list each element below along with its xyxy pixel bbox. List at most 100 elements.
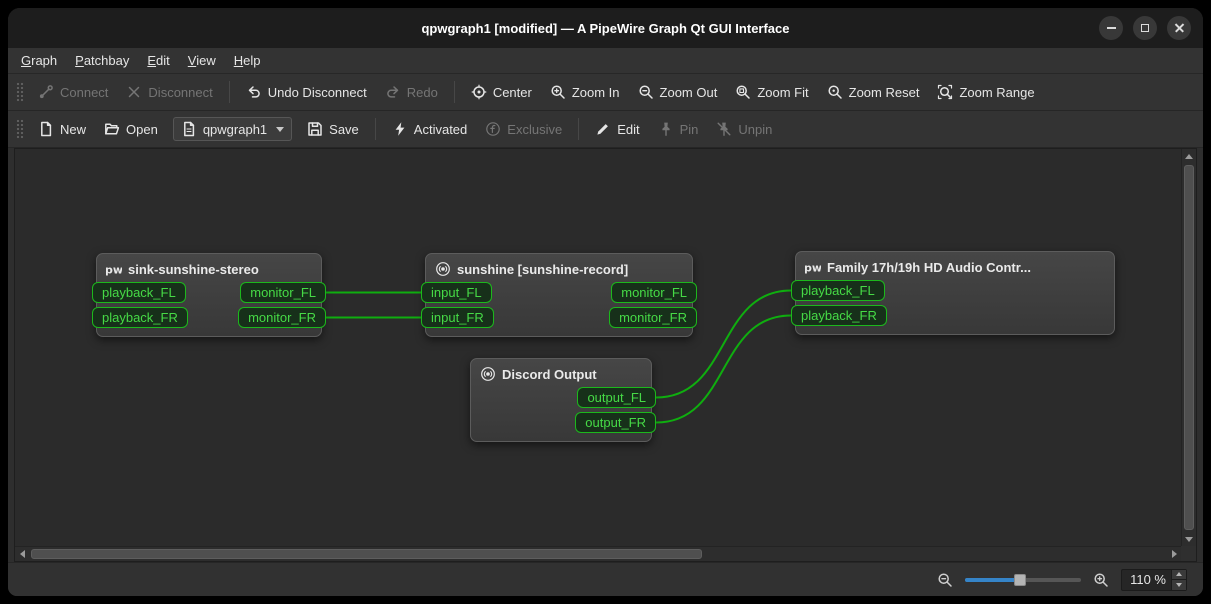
patchbay-open-button[interactable]: Open (96, 116, 166, 142)
toolbar-button-label: Zoom Out (659, 84, 718, 100)
toolbar-button-label: Zoom In (571, 84, 620, 100)
scroll-down-button[interactable] (1182, 532, 1196, 546)
zoom-in-icon (550, 84, 566, 100)
toolbar-grip[interactable] (16, 119, 24, 139)
menu-help[interactable]: Help (225, 48, 270, 73)
toolbar-button-label: Zoom Fit (757, 84, 809, 100)
patchbay-edit-button[interactable]: Edit (587, 116, 647, 142)
zoom-spin-down-button[interactable] (1172, 580, 1186, 590)
port-playback-fr[interactable]: playback_FR (791, 305, 887, 326)
toolbar-button-label: Edit (617, 121, 640, 137)
toolbar-button-label: Center (492, 84, 532, 100)
node-header[interactable]: pw sink-sunshine-stereo (97, 254, 321, 282)
patchbay-combo-qpwgraph1[interactable]: qpwgraph1 (172, 117, 293, 141)
graph-view: pw sink-sunshine-stereo playback_FL playbac… (14, 148, 1197, 562)
window-title: qpwgraph1 [modified] — A PipeWire Graph … (421, 20, 790, 36)
port-output-fr[interactable]: output_FR (575, 412, 656, 433)
graph-redo-button: Redo (377, 79, 446, 105)
disconnect-icon (126, 84, 142, 100)
toolbar-separator (374, 118, 376, 140)
zoom-slider[interactable] (965, 573, 1081, 587)
patchbay-new-button[interactable]: New (30, 116, 94, 142)
node-discord-output[interactable]: Discord Output output_FL output_FR (470, 358, 656, 442)
node-header[interactable]: Discord Output (471, 359, 651, 387)
zoom-spinbox[interactable]: 110 % (1121, 568, 1187, 591)
graph-zoom-fit-button[interactable]: Zoom Fit (727, 79, 816, 105)
menu-graph[interactable]: Graph (12, 48, 66, 73)
minimize-button[interactable] (1099, 16, 1123, 40)
scroll-left-button[interactable] (15, 547, 29, 561)
menu-view[interactable]: View (179, 48, 225, 73)
arrow-right-icon (1171, 550, 1177, 558)
zoom-spin-up-button[interactable] (1172, 569, 1186, 580)
port-monitor-fl[interactable]: monitor_FL (240, 282, 326, 303)
maximize-button[interactable] (1133, 16, 1157, 40)
undo-icon (246, 84, 262, 100)
input-ports: playback_FL playback_FR (791, 280, 887, 326)
arrow-down-icon (1176, 582, 1182, 587)
port-output-fl[interactable]: output_FL (577, 387, 656, 408)
patchbay-exclusive-button: Exclusive (477, 116, 570, 142)
horizontal-scrollbar[interactable] (15, 546, 1181, 561)
graph-undo-disconnect-button[interactable]: Undo Disconnect (238, 79, 375, 105)
graph-zoom-out-button[interactable]: Zoom Out (630, 79, 726, 105)
zoom-fit-icon (735, 84, 751, 100)
zoom-range-icon (937, 84, 953, 100)
output-ports: output_FL output_FR (575, 387, 656, 433)
patchbay-toolbar: New Open qpwgraph1 Save Activated Exclusive Ed… (8, 111, 1203, 148)
graph-zoom-range-button[interactable]: Zoom Range (929, 79, 1042, 105)
vertical-scrollbar[interactable] (1181, 149, 1196, 546)
scroll-right-button[interactable] (1167, 547, 1181, 561)
center-icon (471, 84, 487, 100)
zoom-slider-handle[interactable] (1013, 573, 1026, 586)
menu-patchbay[interactable]: Patchbay (66, 48, 138, 73)
node-title: Discord Output (502, 366, 597, 382)
port-playback-fl[interactable]: playback_FL (791, 280, 885, 301)
menu-edit[interactable]: Edit (138, 48, 178, 73)
port-monitor-fr[interactable]: monitor_FR (609, 307, 697, 328)
arrow-up-icon (1176, 572, 1182, 577)
toolbar-button-label: New (60, 121, 87, 137)
port-monitor-fr[interactable]: monitor_FR (238, 307, 326, 328)
patchbay-file-icon (181, 121, 197, 137)
graph-canvas[interactable]: pw sink-sunshine-stereo playback_FL playbac… (15, 149, 1181, 546)
connect-icon (38, 84, 54, 100)
port-playback-fr[interactable]: playback_FR (92, 307, 188, 328)
toolbar-grip[interactable] (16, 82, 24, 102)
redo-icon (385, 84, 401, 100)
output-ports: monitor_FL monitor_FR (238, 282, 326, 328)
scroll-up-button[interactable] (1182, 149, 1196, 163)
vertical-scroll-track[interactable] (1182, 163, 1196, 532)
port-input-fr[interactable]: input_FR (421, 307, 494, 328)
zoom-spin-arrows (1171, 569, 1186, 590)
toolbar-button-label: Exclusive (507, 121, 563, 137)
node-family-audio[interactable]: pw Family 17h/19h HD Audio Contr... playba… (791, 251, 1115, 335)
node-header[interactable]: pw Family 17h/19h HD Audio Contr... (796, 252, 1114, 280)
toolbar-button-label: Disconnect (148, 84, 213, 100)
output-ports: monitor_FL monitor_FR (609, 282, 697, 328)
node-header[interactable]: sunshine [sunshine-record] (426, 254, 692, 282)
stream-icon (435, 261, 451, 277)
node-sunshine[interactable]: sunshine [sunshine-record] input_FL input_… (421, 253, 697, 337)
horizontal-scroll-track[interactable] (29, 547, 1167, 561)
port-monitor-fl[interactable]: monitor_FL (611, 282, 697, 303)
port-playback-fl[interactable]: playback_FL (92, 282, 186, 303)
port-input-fl[interactable]: input_FL (421, 282, 492, 303)
node-sink-sunshine-stereo[interactable]: pw sink-sunshine-stereo playback_FLplaybac… (92, 253, 326, 337)
zoom-in-icon (1093, 572, 1109, 588)
edit-icon (595, 121, 611, 137)
status-bar: 110 % (8, 562, 1203, 596)
horizontal-scroll-handle[interactable] (31, 549, 703, 559)
toolbar-button-label: Activated (413, 121, 468, 137)
graph-center-button[interactable]: Center (463, 79, 540, 105)
zoom-value[interactable]: 110 % (1122, 570, 1171, 590)
close-button[interactable] (1167, 16, 1191, 40)
title-bar[interactable]: qpwgraph1 [modified] — A PipeWire Graph … (8, 8, 1203, 48)
graph-toolbar-items: Connect Disconnect Undo Disconnect Redo Cent… (30, 79, 1043, 105)
graph-zoom-reset-button[interactable]: Zoom Reset (819, 79, 928, 105)
graph-zoom-in-button[interactable]: Zoom In (542, 79, 628, 105)
toolbar-button-label: Redo (406, 84, 438, 100)
patchbay-activated-button[interactable]: Activated (384, 116, 475, 142)
patchbay-save-button[interactable]: Save (299, 116, 367, 142)
vertical-scroll-handle[interactable] (1184, 165, 1194, 530)
